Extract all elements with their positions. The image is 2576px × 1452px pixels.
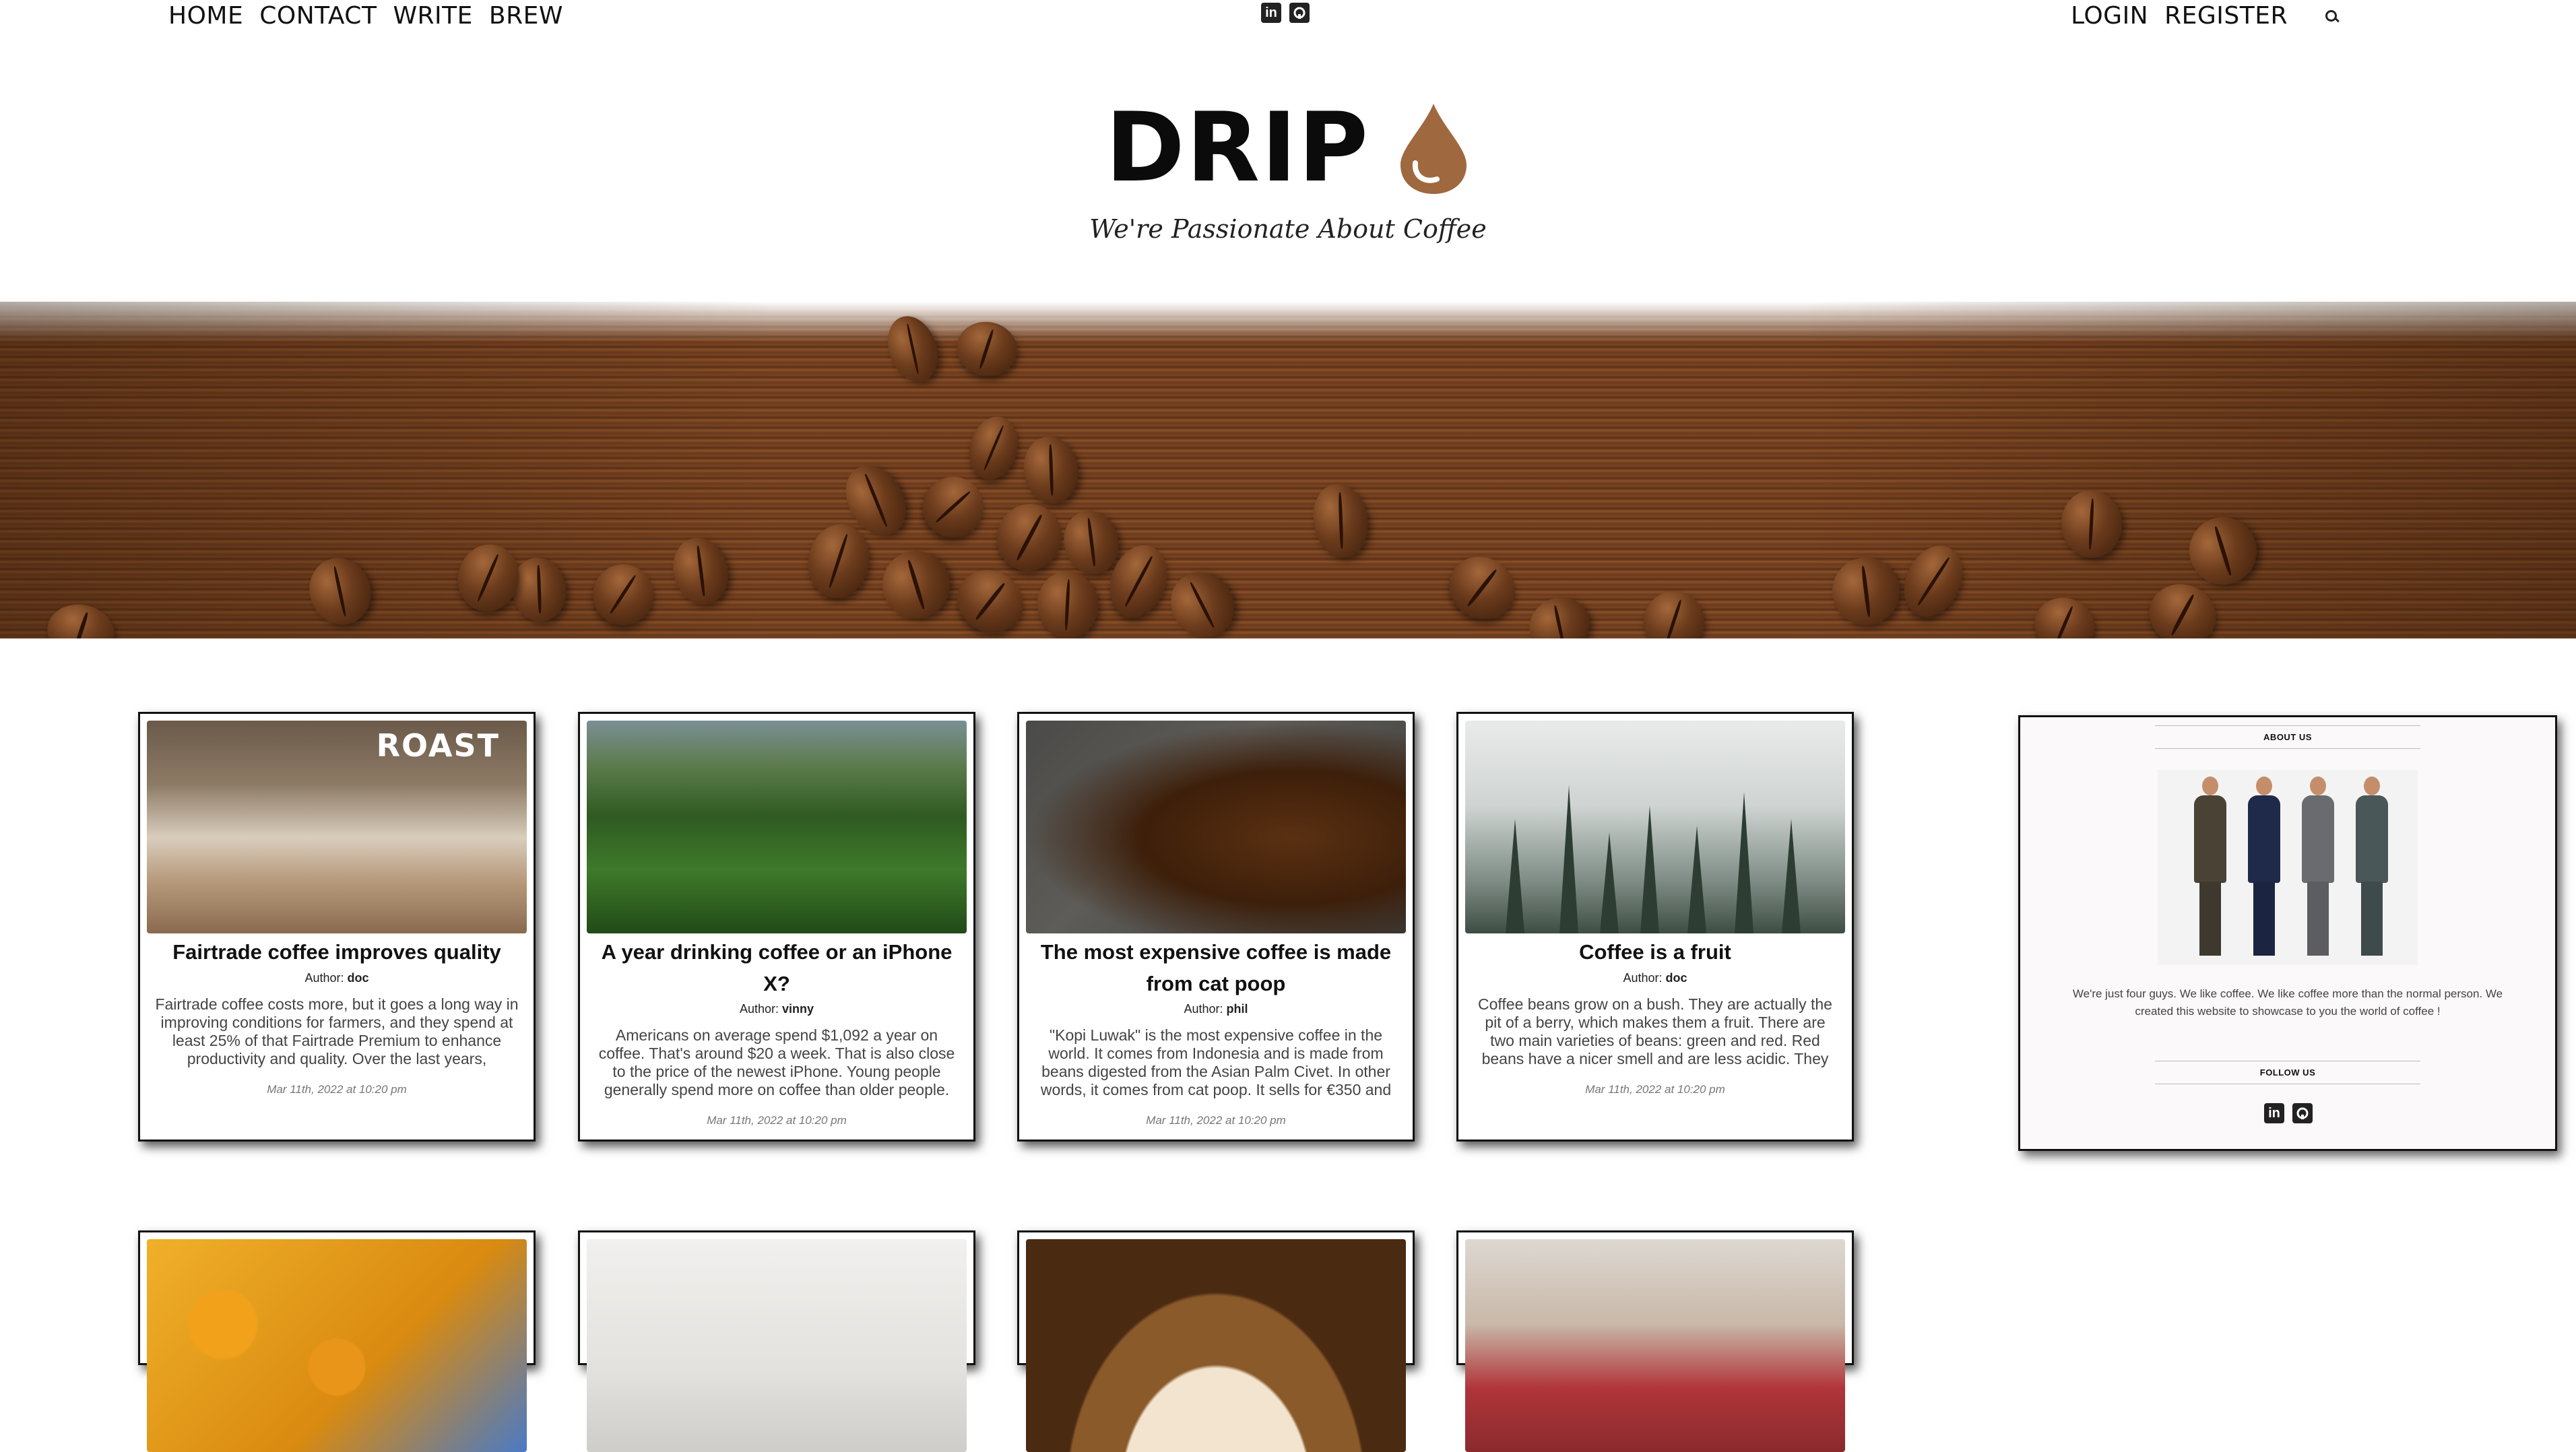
nav-write-link[interactable]: WRITE	[393, 0, 472, 32]
linkedin-icon[interactable]: in	[1261, 3, 1281, 23]
top-navigation: HOME CONTACT WRITE BREW in LOGIN REGISTE…	[0, 0, 2576, 37]
post-date: Mar 11th, 2022 at 10:20 pm	[267, 1083, 407, 1096]
about-us-text: We're just four guys. We like coffee. We…	[2072, 987, 2503, 1018]
figure-legs	[2199, 882, 2221, 956]
post-title[interactable]: Fairtrade coffee improves quality	[150, 936, 524, 968]
tree-shape	[1735, 792, 1753, 933]
search-icon[interactable]	[2324, 9, 2339, 24]
post-date: Mar 11th, 2022 at 10:20 pm	[1585, 1083, 1725, 1096]
post-author-name: doc	[347, 971, 369, 985]
figure-legs	[2253, 882, 2275, 956]
post-author-name: phil	[1226, 1002, 1248, 1016]
post-author: Author: phil	[1029, 1002, 1403, 1016]
nav-home-link[interactable]: HOME	[168, 0, 243, 32]
figure-legs	[2307, 882, 2329, 956]
post-card[interactable]	[138, 1230, 536, 1452]
post-card[interactable]: ROAST Fairtrade coffee improves quality …	[138, 712, 536, 1142]
post-title[interactable]: The most expensive coffee is made from c…	[1029, 936, 1403, 999]
post-title[interactable]: Coffee is a fruit	[1468, 936, 1842, 968]
figure-head	[2364, 777, 2380, 795]
tree-shape	[1506, 819, 1524, 933]
post-image[interactable]	[147, 1239, 527, 1452]
nav-right-links: LOGIN REGISTER	[2071, 0, 2339, 32]
team-member-figure	[2353, 777, 2389, 958]
post-excerpt: Americans on average spend $1,092 a year…	[598, 1026, 955, 1098]
login-link[interactable]: LOGIN	[2071, 0, 2148, 32]
post-image[interactable]	[1465, 721, 1845, 933]
post-author-label: Author:	[304, 971, 344, 985]
linkedin-icon[interactable]: in	[2264, 1103, 2284, 1123]
post-author: Author: doc	[150, 971, 524, 985]
post-image-sign: ROAST	[376, 727, 500, 764]
github-icon[interactable]	[1289, 3, 1310, 23]
post-author-label: Author:	[1623, 971, 1663, 985]
post-image[interactable]	[1465, 1239, 1845, 1452]
site-logo[interactable]: DRIP	[0, 94, 2576, 202]
tree-shape	[1600, 832, 1619, 933]
post-card[interactable]: A year drinking coffee or an iPhone X? A…	[578, 712, 975, 1142]
register-link[interactable]: REGISTER	[2164, 0, 2288, 32]
nav-left-links: HOME CONTACT WRITE BREW	[168, 0, 563, 32]
figure-body	[2248, 795, 2280, 883]
tree-shape	[1559, 785, 1578, 933]
post-author: Author: doc	[1468, 971, 1842, 985]
post-image[interactable]: ROAST	[147, 721, 527, 933]
logo-text: DRIP	[1105, 92, 1370, 203]
tree-shape	[1640, 805, 1659, 933]
figure-body	[2356, 795, 2388, 883]
figure-head	[2202, 777, 2218, 795]
sidebar-social-links: in	[2264, 1103, 2313, 1123]
figure-legs	[2361, 882, 2383, 956]
post-card[interactable]: Coffee is a fruit Author: doc Coffee bea…	[1456, 712, 1854, 1142]
post-title[interactable]: A year drinking coffee or an iPhone X?	[589, 936, 964, 999]
post-excerpt: Coffee beans grow on a bush. They are ac…	[1478, 995, 1832, 1067]
post-image[interactable]	[587, 721, 967, 933]
post-image[interactable]	[1026, 721, 1406, 933]
post-image[interactable]	[587, 1239, 967, 1452]
post-date: Mar 11th, 2022 at 10:20 pm	[1146, 1114, 1286, 1127]
figure-body	[2302, 795, 2334, 883]
team-member-figure	[2299, 777, 2336, 958]
post-author: Author: vinny	[589, 1002, 964, 1016]
post-card[interactable]: The most expensive coffee is made from c…	[1017, 712, 1415, 1142]
figure-head	[2256, 777, 2272, 795]
post-image[interactable]	[1026, 1239, 1406, 1452]
post-excerpt: "Kopi Luwak" is the most expensive coffe…	[1040, 1026, 1392, 1098]
post-author-label: Author:	[739, 1002, 779, 1016]
nav-brew-link[interactable]: BREW	[489, 0, 563, 32]
post-date: Mar 11th, 2022 at 10:20 pm	[707, 1114, 847, 1127]
post-card[interactable]	[1017, 1230, 1415, 1452]
about-sidebar: ABOUT US We're just four guys. We like c…	[2018, 715, 2557, 1151]
post-author-name: vinny	[782, 1002, 814, 1016]
figure-head	[2310, 777, 2326, 795]
nav-social-links: in	[1261, 3, 1310, 23]
figure-body	[2194, 795, 2226, 883]
coffee-drop-icon	[1400, 104, 1467, 194]
tagline: We're Passionate About Coffee	[1089, 214, 1487, 244]
follow-us-heading: FOLLOW US	[2155, 1061, 2420, 1084]
post-author-name: doc	[1665, 971, 1687, 985]
tree-shape	[1687, 826, 1706, 933]
team-member-figure	[2191, 777, 2228, 958]
tree-shape	[1782, 819, 1801, 933]
github-icon[interactable]	[2292, 1103, 2313, 1123]
about-us-heading: ABOUT US	[2155, 725, 2420, 749]
post-card[interactable]	[1456, 1230, 1854, 1452]
nav-contact-link[interactable]: CONTACT	[259, 0, 377, 32]
hero-banner-coffee-beans	[0, 302, 2576, 638]
team-photo	[2158, 770, 2418, 965]
post-author-label: Author:	[1184, 1002, 1223, 1016]
post-card[interactable]	[578, 1230, 975, 1452]
team-member-figure	[2245, 777, 2282, 958]
post-excerpt: Fairtrade coffee costs more, but it goes…	[155, 995, 519, 1067]
